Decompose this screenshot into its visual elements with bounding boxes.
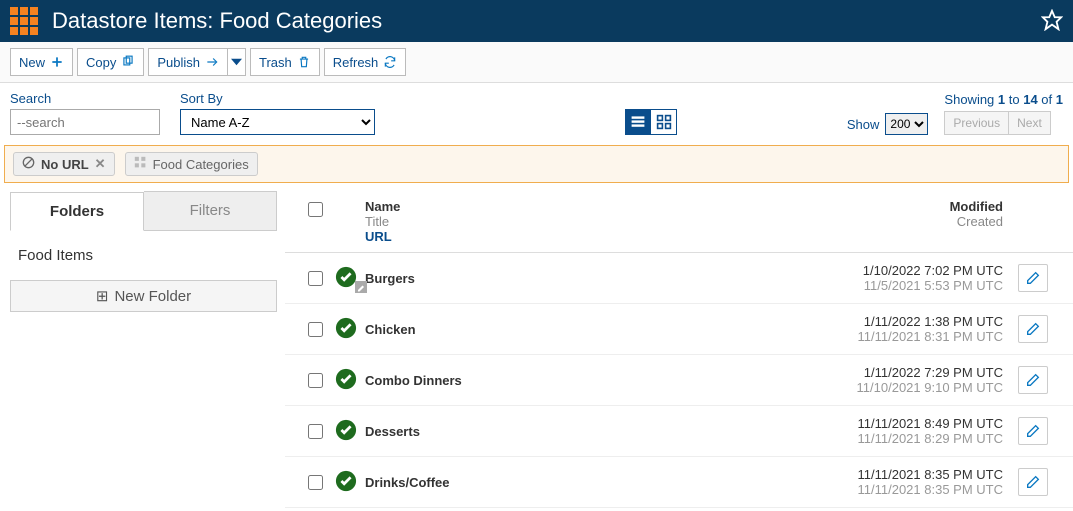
search-input[interactable] [10, 109, 160, 135]
sidebar: Folders Filters Food Items ⊞ New Folder [0, 191, 285, 508]
status-check-icon [335, 266, 365, 291]
table-row[interactable]: Combo Dinners 1/11/2022 7:29 PM UTC11/10/… [285, 355, 1073, 406]
status-check-icon [335, 419, 365, 444]
publish-button[interactable]: Publish [148, 48, 228, 76]
table-row[interactable]: Drinks/Coffee 11/11/2021 8:35 PM UTC11/11… [285, 457, 1073, 508]
row-name: Burgers [365, 271, 415, 286]
refresh-button-label: Refresh [333, 55, 379, 70]
row-checkbox[interactable] [308, 424, 323, 439]
col-created-header: Created [803, 214, 1003, 229]
trash-icon [297, 55, 311, 69]
category-chip[interactable]: Food Categories [125, 152, 258, 176]
category-chip-label: Food Categories [153, 157, 249, 172]
close-icon[interactable]: ✕ [95, 156, 106, 172]
table-row[interactable]: Chicken 1/11/2022 1:38 PM UTC11/11/2021 8… [285, 304, 1073, 355]
col-modified-header[interactable]: Modified [803, 199, 1003, 214]
sort-select[interactable]: Name A-Z [180, 109, 375, 135]
edit-button[interactable] [1018, 264, 1048, 292]
items-table: Name Title URL Modified Created Burgers 1… [285, 191, 1073, 508]
arrow-right-icon [205, 55, 219, 69]
copy-icon [121, 55, 135, 69]
select-all-checkbox[interactable] [308, 202, 323, 217]
show-select[interactable]: 200 [885, 113, 928, 135]
action-toolbar: New Copy Publish Trash Refresh [0, 42, 1073, 83]
no-url-chip-label: No URL [41, 157, 89, 172]
row-checkbox[interactable] [308, 271, 323, 286]
new-folder-button[interactable]: ⊞ New Folder [10, 280, 277, 312]
row-modified: 1/11/2022 1:38 PM UTC [803, 314, 1003, 329]
showing-text: Showing 1 to 14 of 1 [944, 92, 1063, 107]
new-button[interactable]: New [10, 48, 73, 76]
row-created: 11/11/2021 8:29 PM UTC [803, 431, 1003, 446]
row-name: Desserts [365, 424, 420, 439]
col-url-header[interactable]: URL [365, 229, 803, 244]
sort-label: Sort By [180, 91, 375, 106]
publish-button-label: Publish [157, 55, 200, 70]
col-title-header: Title [365, 214, 803, 229]
filter-chips-bar: No URL ✕ Food Categories [4, 145, 1069, 183]
grid-view-toggle[interactable] [651, 109, 677, 135]
status-check-icon [335, 317, 365, 342]
table-row[interactable]: Desserts 11/11/2021 8:49 PM UTC11/11/2021… [285, 406, 1073, 457]
plus-box-icon: ⊞ [96, 287, 109, 305]
copy-button-label: Copy [86, 55, 116, 70]
col-name-header[interactable]: Name [365, 199, 803, 214]
filter-controls: Search Sort By Name A-Z Show 200 [0, 83, 1073, 145]
next-button[interactable]: Next [1009, 111, 1051, 135]
row-modified: 11/11/2021 8:49 PM UTC [803, 416, 1003, 431]
view-toggle-group [625, 109, 677, 135]
no-url-chip[interactable]: No URL ✕ [13, 152, 115, 176]
row-created: 11/11/2021 8:35 PM UTC [803, 482, 1003, 497]
list-icon [630, 114, 646, 130]
row-checkbox[interactable] [308, 322, 323, 337]
status-check-icon [335, 470, 365, 495]
edit-button[interactable] [1018, 315, 1048, 343]
refresh-button[interactable]: Refresh [324, 48, 407, 76]
grid-small-icon [134, 156, 147, 172]
trash-button[interactable]: Trash [250, 48, 320, 76]
edit-button[interactable] [1018, 366, 1048, 394]
row-created: 11/11/2021 8:31 PM UTC [803, 329, 1003, 344]
edit-button[interactable] [1018, 468, 1048, 496]
tab-folders[interactable]: Folders [10, 192, 144, 231]
tab-filters[interactable]: Filters [144, 191, 277, 230]
new-button-label: New [19, 55, 45, 70]
row-checkbox[interactable] [308, 373, 323, 388]
row-modified: 11/11/2021 8:35 PM UTC [803, 467, 1003, 482]
show-label: Show [847, 117, 880, 132]
row-created: 11/10/2021 9:10 PM UTC [803, 380, 1003, 395]
new-folder-label: New Folder [114, 288, 191, 305]
row-name: Chicken [365, 322, 416, 337]
row-name: Drinks/Coffee [365, 475, 450, 490]
edit-button[interactable] [1018, 417, 1048, 445]
publish-dropdown-caret[interactable] [228, 48, 246, 76]
table-row[interactable]: Burgers 1/10/2022 7:02 PM UTC11/5/2021 5:… [285, 253, 1073, 304]
grid-icon [656, 114, 672, 130]
search-label: Search [10, 91, 160, 106]
app-grid-icon[interactable] [10, 7, 38, 35]
table-header: Name Title URL Modified Created [285, 191, 1073, 253]
chevron-down-icon [231, 55, 242, 69]
row-created: 11/5/2021 5:53 PM UTC [803, 278, 1003, 293]
row-modified: 1/10/2022 7:02 PM UTC [803, 263, 1003, 278]
favorite-star-icon[interactable] [1041, 9, 1063, 34]
row-checkbox[interactable] [308, 475, 323, 490]
page-title: Datastore Items: Food Categories [52, 8, 382, 34]
app-header: Datastore Items: Food Categories [0, 0, 1073, 42]
copy-button[interactable]: Copy [77, 48, 144, 76]
plus-icon [50, 55, 64, 69]
previous-button[interactable]: Previous [944, 111, 1009, 135]
status-check-icon [335, 368, 365, 393]
list-view-toggle[interactable] [625, 109, 651, 135]
blocked-icon [22, 156, 35, 172]
refresh-icon [383, 55, 397, 69]
row-name: Combo Dinners [365, 373, 462, 388]
trash-button-label: Trash [259, 55, 292, 70]
folder-item[interactable]: Food Items [14, 241, 273, 270]
row-modified: 1/11/2022 7:29 PM UTC [803, 365, 1003, 380]
